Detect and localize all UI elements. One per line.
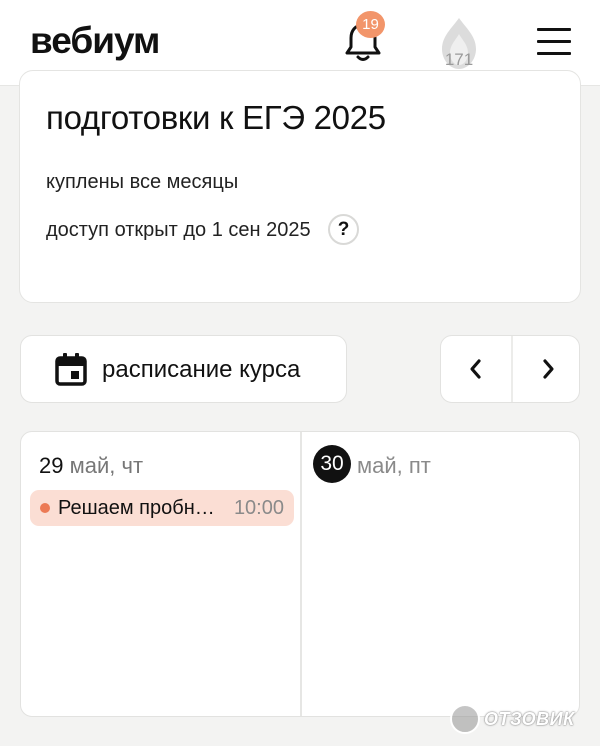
day-label: май, чт [69,453,144,478]
course-schedule-button[interactable]: расписание курса [20,335,347,403]
streak-count: 171 [444,50,474,69]
day-number: 29 [39,453,64,478]
calendar-event[interactable]: Решаем пробн… 10:00 [30,490,294,526]
watermark: ОТЗОВИК [450,704,595,738]
event-time: 10:00 [233,497,284,519]
day-header-1: 29 май, чт [39,453,143,479]
event-dot [40,503,50,513]
watermark-logo-icon [450,704,480,734]
column-divider [300,432,302,716]
menu-button[interactable] [537,28,573,58]
bought-status: куплены все месяцы [46,171,239,193]
prev-button[interactable] [441,336,511,402]
calendar-week: 29 май, чт Решаем пробн… 10:00 30 май, п… [20,431,580,717]
logo[interactable]: вебиум [30,20,160,62]
chevron-left-icon [470,359,481,379]
today-day-number: 30 [313,445,351,483]
week-navigation [440,335,580,403]
schedule-label: расписание курса [102,356,301,383]
notifications-badge: 19 [356,11,385,38]
next-button[interactable] [513,336,583,402]
course-title: подготовки к ЕГЭ 2025 [46,99,386,136]
day-label: май, пт [357,453,431,478]
course-card: подготовки к ЕГЭ 2025 куплены все месяцы… [19,70,581,303]
calendar-icon [55,353,87,386]
menu-icon [537,28,571,31]
watermark-text: ОТЗОВИК [484,709,575,729]
help-button[interactable]: ? [328,214,359,245]
chevron-right-icon [543,359,554,379]
event-title: Решаем пробн… [58,497,215,519]
access-status: доступ открыт до 1 сен 2025 [46,219,311,241]
